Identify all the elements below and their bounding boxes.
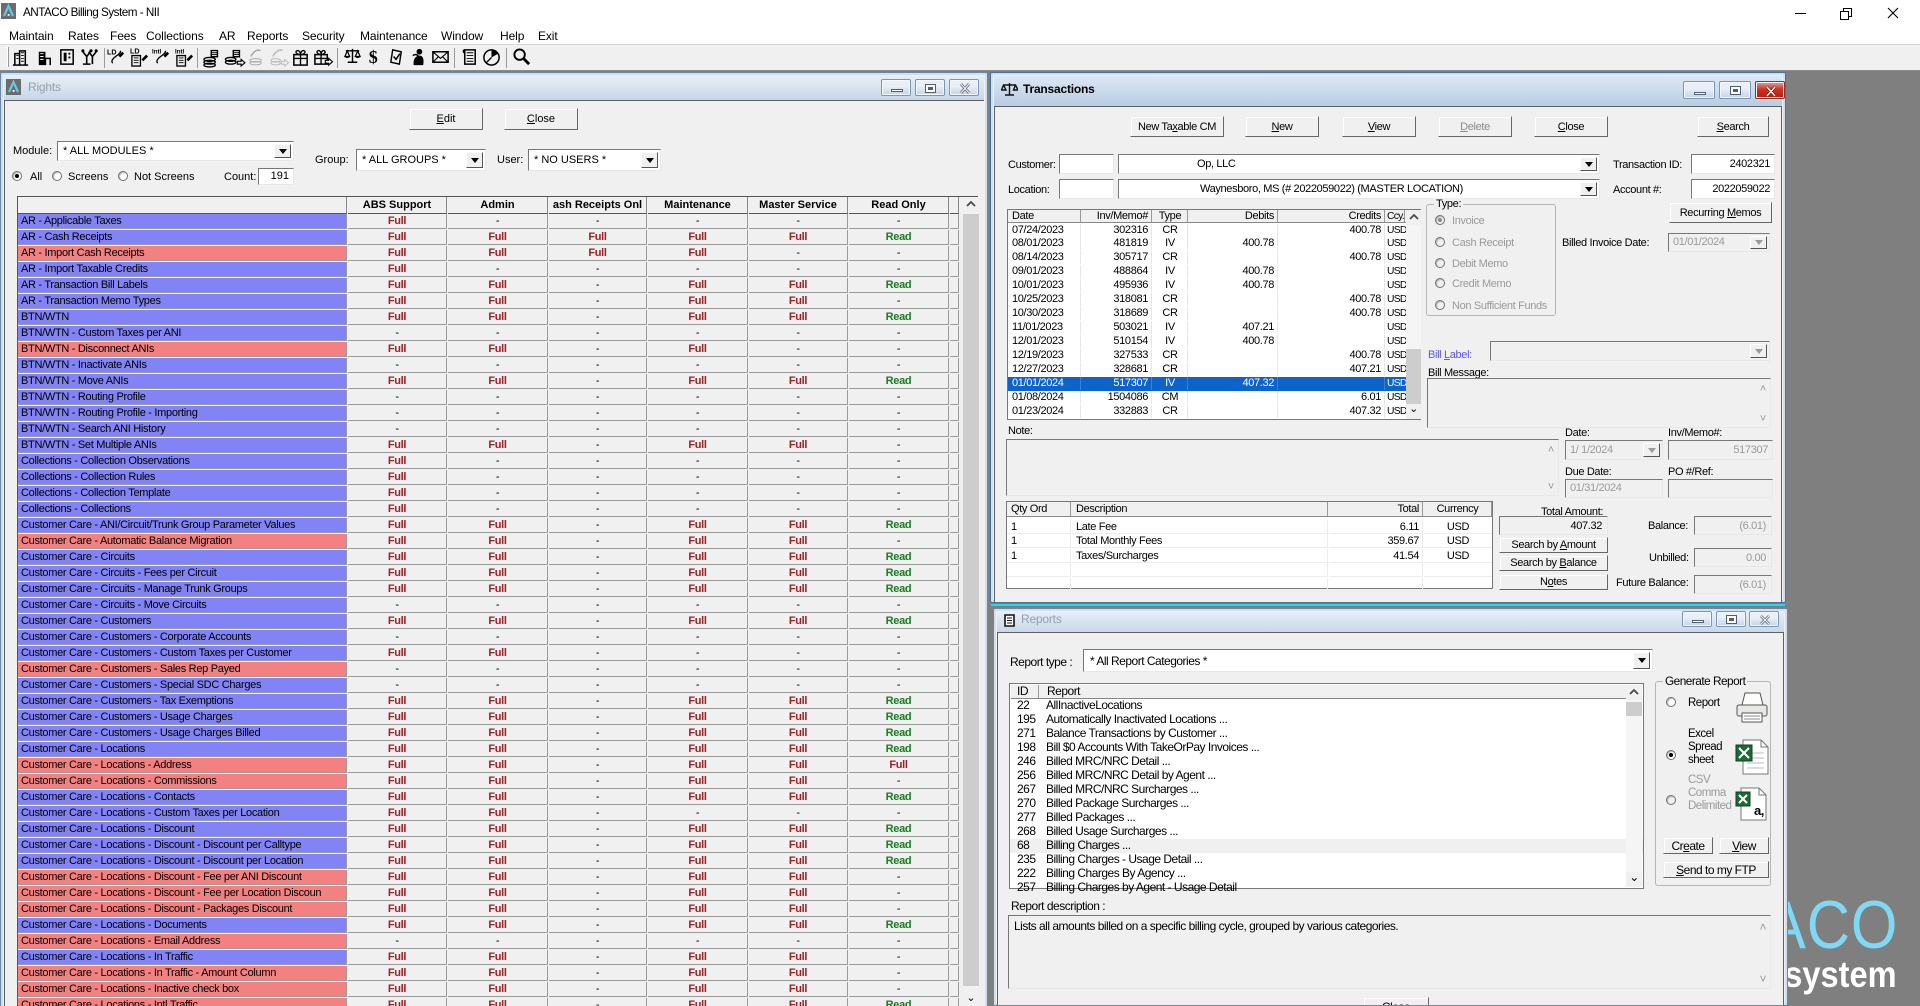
svg-text:Intl: Intl bbox=[175, 49, 185, 56]
svg-text:LD: LD bbox=[130, 48, 139, 56]
svg-text:a,: a, bbox=[1754, 803, 1764, 818]
svg-text:Intl: Intl bbox=[152, 49, 162, 56]
svg-text:LD: LD bbox=[107, 49, 116, 57]
svg-text:$: $ bbox=[368, 47, 377, 67]
